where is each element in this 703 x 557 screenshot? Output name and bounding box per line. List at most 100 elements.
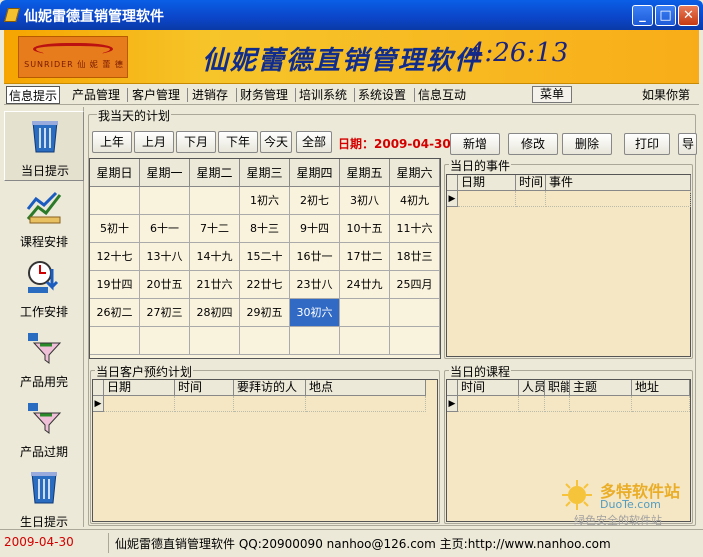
calendar-day-cell[interactable]: 16廿一 [290, 243, 340, 271]
minimize-button[interactable]: _ [632, 5, 653, 26]
calendar-day-cell[interactable]: 18廿三 [390, 243, 440, 271]
calendar-day-cell[interactable]: 13十八 [140, 243, 190, 271]
edit-button[interactable]: 修改 [508, 133, 558, 155]
row-indicator-icon: ▶ [447, 396, 458, 412]
menu-customers[interactable]: 客户管理 [130, 86, 182, 104]
nav-course-schedule[interactable]: 课程安排 [4, 183, 84, 253]
calendar-day-cell[interactable] [190, 327, 240, 355]
calendar-day-cell[interactable]: 17廿二 [340, 243, 390, 271]
calendar-day-cell[interactable]: 2初七 [290, 187, 340, 215]
calendar-day-cell[interactable]: 25四月 [390, 271, 440, 299]
grid-column-header[interactable]: 时间 [516, 175, 546, 191]
calendar-day-cell[interactable]: 1初六 [240, 187, 290, 215]
calendar-day-cell[interactable]: 10十五 [340, 215, 390, 243]
menu-info[interactable]: 信息提示 [6, 86, 61, 104]
calendar-day-cell[interactable] [290, 327, 340, 355]
calendar-day-cell[interactable]: 20廿五 [140, 271, 190, 299]
calendar-day-cell[interactable]: 12十七 [90, 243, 140, 271]
print-button[interactable]: 打印 [624, 133, 670, 155]
grid-column-header[interactable]: 地点 [306, 380, 426, 396]
grid-column-header[interactable]: 地址 [632, 380, 690, 396]
next-month-button[interactable]: 下月 [176, 131, 216, 153]
calendar-day-cell[interactable]: 28初四 [190, 299, 240, 327]
grid-column-header[interactable]: 要拜访的人 [234, 380, 306, 396]
calendar-day-cell[interactable]: 14十九 [190, 243, 240, 271]
calendar-day-cell[interactable]: 15二十 [240, 243, 290, 271]
calendar-day-cell[interactable]: 24廿九 [340, 271, 390, 299]
calendar-day-cell[interactable] [390, 327, 440, 355]
grid-cell[interactable] [516, 191, 546, 207]
grid-cell[interactable] [104, 396, 175, 412]
calendar-day-cell[interactable] [90, 187, 140, 215]
calendar-day-cell[interactable]: 26初二 [90, 299, 140, 327]
grid-column-header[interactable]: 日期 [458, 175, 516, 191]
grid-column-header[interactable]: 主题 [570, 380, 632, 396]
nav-work-schedule[interactable]: 工作安排 [4, 253, 84, 323]
add-button[interactable]: 新增 [450, 133, 500, 155]
calendar-day-cell[interactable]: 21廿六 [190, 271, 240, 299]
grid-column-header[interactable]: 职能 [545, 380, 570, 396]
grid-column-header[interactable]: 人员 [519, 380, 545, 396]
calendar-day-cell[interactable] [90, 327, 140, 355]
menu-inventory[interactable]: 进销存 [190, 86, 230, 104]
grid-column-header[interactable]: 时间 [175, 380, 234, 396]
next-year-button[interactable]: 下年 [218, 131, 258, 153]
grid-cell[interactable] [546, 191, 691, 207]
menu-interaction[interactable]: 信息互动 [416, 86, 468, 104]
grid-cell[interactable] [234, 396, 306, 412]
grid-cell[interactable] [306, 396, 426, 412]
events-grid[interactable]: ▶ 日期 时间 事件 [446, 174, 691, 357]
today-button[interactable]: 今天 [260, 131, 292, 153]
calendar-day-cell[interactable]: 11十六 [390, 215, 440, 243]
grid-cell[interactable] [570, 396, 632, 412]
nav-birthday-reminder[interactable]: 生日提示 [4, 463, 84, 533]
grid-corner [447, 380, 458, 396]
prev-month-button[interactable]: 上月 [134, 131, 174, 153]
calendar-day-cell[interactable]: 27初三 [140, 299, 190, 327]
calendar-day-cell[interactable]: 4初九 [390, 187, 440, 215]
calendar-day-cell[interactable]: 6十一 [140, 215, 190, 243]
grid-cell[interactable] [632, 396, 690, 412]
grid-column-header[interactable]: 日期 [104, 380, 175, 396]
nav-today-reminder[interactable]: 当日提示 [4, 111, 84, 181]
calendar-day-cell[interactable]: 22廿七 [240, 271, 290, 299]
calendar-day-cell[interactable] [240, 327, 290, 355]
grid-cell[interactable] [545, 396, 570, 412]
menu-finance[interactable]: 财务管理 [238, 86, 290, 104]
calendar-day-cell[interactable] [140, 187, 190, 215]
menu-training[interactable]: 培训系统 [297, 86, 349, 104]
calendar-day-cell[interactable]: 30初六 [290, 299, 340, 327]
nav-product-used-up[interactable]: 产品用完 [4, 323, 84, 393]
calendar-day-cell[interactable] [340, 327, 390, 355]
grid-cell[interactable] [458, 396, 519, 412]
menu-button[interactable]: 菜单 [532, 86, 572, 103]
grid-column-header[interactable]: 事件 [546, 175, 691, 191]
delete-button[interactable]: 删除 [562, 133, 612, 155]
calendar-day-cell[interactable]: 9十四 [290, 215, 340, 243]
nav-product-expired[interactable]: 产品过期 [4, 393, 84, 463]
calendar-day-cell[interactable] [340, 299, 390, 327]
grid-cell[interactable] [519, 396, 545, 412]
calendar-day-cell[interactable]: 29初五 [240, 299, 290, 327]
calendar-day-cell[interactable] [190, 187, 240, 215]
calendar-day-cell[interactable]: 7十二 [190, 215, 240, 243]
calendar-day-cell[interactable]: 19廿四 [90, 271, 140, 299]
all-button[interactable]: 全部 [296, 131, 332, 153]
grid-cell[interactable] [175, 396, 234, 412]
grid-cell[interactable] [458, 191, 516, 207]
calendar-day-cell[interactable]: 8十三 [240, 215, 290, 243]
events-title: 当日的事件 [449, 157, 512, 174]
calendar-day-cell[interactable]: 3初八 [340, 187, 390, 215]
export-button[interactable]: 导 [678, 133, 697, 155]
calendar-day-cell[interactable]: 23廿八 [290, 271, 340, 299]
close-button[interactable]: ✕ [678, 5, 699, 26]
prev-year-button[interactable]: 上年 [92, 131, 132, 153]
grid-column-header[interactable]: 时间 [458, 380, 519, 396]
calendar-day-cell[interactable] [140, 327, 190, 355]
menu-products[interactable]: 产品管理 [70, 86, 122, 104]
maximize-button[interactable]: □ [655, 5, 676, 26]
calendar-day-cell[interactable]: 5初十 [90, 215, 140, 243]
appointments-grid[interactable]: ▶ 日期 时间 要拜访的人 地点 [92, 379, 438, 522]
menu-settings[interactable]: 系统设置 [356, 86, 408, 104]
calendar-day-cell[interactable] [390, 299, 440, 327]
